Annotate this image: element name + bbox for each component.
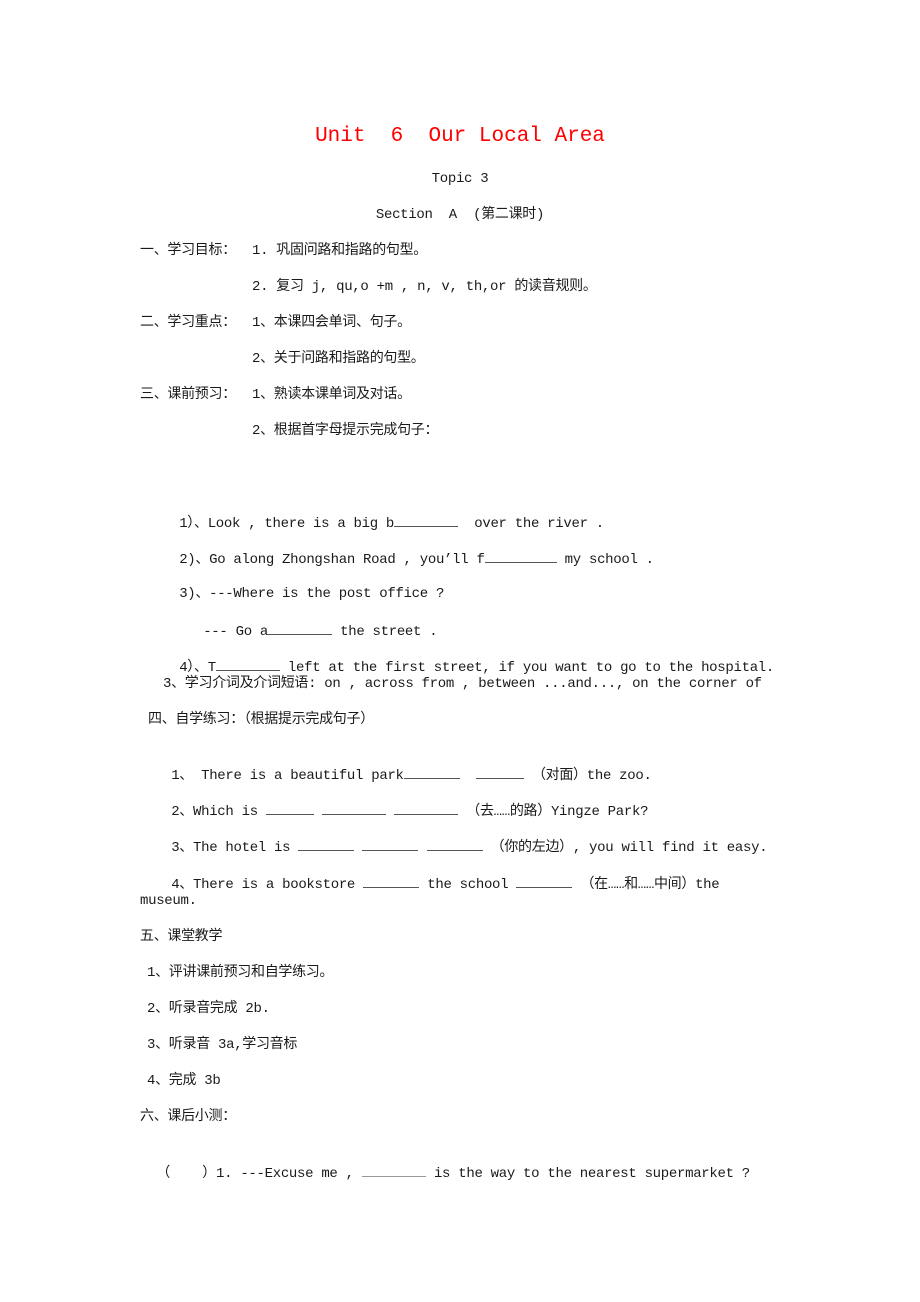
fill-sentence: 1）、Look , there is a big b over the rive…: [163, 495, 604, 533]
exercise-text: 1、 There is a beautiful park: [171, 768, 404, 784]
sentence-text: left at the first street, if you want to…: [279, 660, 774, 676]
answer-blank[interactable]: [426, 837, 483, 851]
key-point-item: 2、关于问路和指路的句型。: [252, 351, 425, 367]
quiz-text: is the way to the nearest supermarket ?: [425, 1166, 750, 1182]
objectives-heading: 一、学习目标：: [140, 243, 236, 259]
preview-item: 2、根据首字母提示完成句子：: [252, 423, 439, 439]
answer-blank[interactable]: [265, 801, 314, 815]
exercise-text: 2、Which is: [171, 804, 266, 820]
exercise-item: 4、There is a bookstore the school （在……和……: [155, 856, 719, 894]
answer-blank[interactable]: [484, 549, 557, 563]
classroom-item: 2、听录音完成 2b.: [147, 1001, 270, 1017]
key-points-heading: 二、学习重点：: [140, 315, 236, 331]
fill-sentence: 2)、Go along Zhongshan Road , you’ll f my…: [163, 531, 654, 569]
fill-sentence: --- Go a the street .: [187, 603, 437, 641]
exercise-text: 3、The hotel is: [171, 840, 299, 856]
quiz-question: （ ）1. ---Excuse me , is the way to the n…: [140, 1145, 750, 1183]
answer-blank[interactable]: [268, 621, 333, 635]
exercise-item: 2、Which is （去……的路）Yingze Park?: [155, 783, 648, 821]
exercise-continuation: museum.: [140, 893, 197, 909]
answer-blank[interactable]: [362, 837, 419, 851]
fill-sentence: 3)、---Where is the post office ?: [163, 567, 444, 603]
quiz-heading: 六、课后小测：: [140, 1109, 236, 1125]
answer-blank[interactable]: [215, 657, 280, 671]
section-label: Section A (第二课时): [375, 207, 545, 223]
preview-item: 3、学习介词及介词短语: on , across from , between …: [163, 676, 762, 692]
answer-blank[interactable]: [403, 765, 460, 779]
fill-sentence: 4）、T left at the first street, if you wa…: [163, 639, 774, 677]
answer-blank[interactable]: [475, 765, 524, 779]
answer-blank[interactable]: [361, 1163, 426, 1177]
sentence-text: 2)、Go along Zhongshan Road , you’ll f: [179, 552, 485, 568]
sentence-text: 1）、Look , there is a big b: [179, 516, 395, 532]
sentence-text: over the river .: [458, 516, 604, 532]
answer-blank[interactable]: [298, 837, 355, 851]
exercise-hint: （去……的路）Yingze Park?: [466, 804, 649, 820]
answer-blank[interactable]: [394, 801, 459, 815]
answer-blank[interactable]: [394, 513, 459, 527]
preview-heading: 三、课前预习：: [140, 387, 236, 403]
sentence-text: the street .: [332, 624, 438, 640]
exercise-hint: （你的左边）, you will find it easy.: [490, 840, 768, 856]
exercise-item: 3、The hotel is （你的左边）, you will find it …: [155, 819, 767, 857]
document-title: Unit 6 Our Local Area: [315, 125, 605, 148]
self-study-heading: 四、自学练习：（根据提示完成句子）: [148, 712, 374, 728]
sentence-text: --- Go a: [203, 624, 269, 640]
answer-blank[interactable]: [516, 874, 573, 888]
objective-item: 2. 复习 j, qu,o +m , n, v, th,or 的读音规则。: [252, 279, 597, 295]
sentence-text: 3)、---Where is the post office ?: [179, 586, 445, 602]
topic-label: Topic 3: [431, 171, 489, 187]
classroom-item: 1、评讲课前预习和自学练习。: [147, 965, 334, 981]
sentence-text: my school .: [556, 552, 654, 568]
classroom-item: 4、完成 3b: [147, 1073, 221, 1089]
exercise-hint: （对面）the zoo.: [531, 768, 652, 784]
preview-item: 1、熟读本课单词及对话。: [252, 387, 411, 403]
exercise-text: 4、There is a bookstore: [171, 877, 364, 893]
classroom-item: 3、听录音 3a,学习音标: [147, 1037, 298, 1053]
quiz-text: （ ）1. ---Excuse me ,: [156, 1166, 362, 1182]
exercise-hint: （在……和……中间）the: [580, 877, 720, 893]
exercise-text: the school: [419, 877, 517, 893]
answer-blank[interactable]: [322, 801, 387, 815]
classroom-heading: 五、课堂教学: [140, 929, 223, 945]
objective-item: 1. 巩固问路和指路的句型。: [252, 243, 428, 259]
sentence-text: 4）、T: [179, 660, 216, 676]
key-point-item: 1、本课四会单词、句子。: [252, 315, 411, 331]
answer-blank[interactable]: [363, 874, 420, 888]
exercise-item: 1、 There is a beautiful park （对面）the zoo…: [155, 747, 652, 785]
